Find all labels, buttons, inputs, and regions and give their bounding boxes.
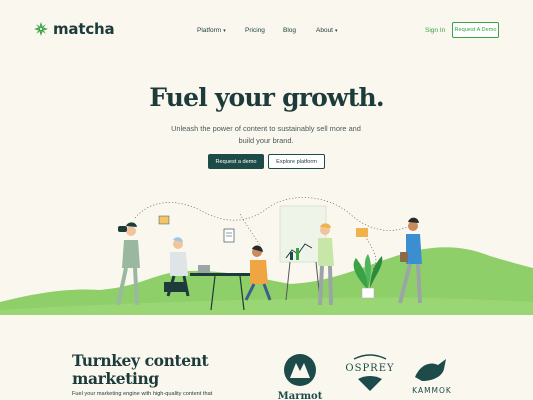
nav-item-label: About xyxy=(316,27,333,34)
matcha-logo-icon xyxy=(34,22,48,36)
brand-logo[interactable]: matcha xyxy=(34,20,115,38)
marmot-logo-text: Marmot xyxy=(278,391,323,400)
marmot-logo: Marmot xyxy=(278,354,323,400)
nav-item-label: Platform xyxy=(197,27,222,34)
hero-subtitle: Unleash the power of content to sustaina… xyxy=(171,124,361,145)
kammok-logo: KAMMOK xyxy=(412,359,452,395)
section-title-line: Turnkey content xyxy=(72,351,209,370)
chevron-down-icon: ▾ xyxy=(335,28,338,34)
hero-title: Fuel your growth. xyxy=(149,83,384,112)
nav-item-pricing[interactable]: Pricing xyxy=(245,27,265,34)
sign-in-link[interactable]: Sign In xyxy=(425,27,445,34)
nav-item-about[interactable]: About ▾ xyxy=(316,27,338,34)
section-title-line: marketing xyxy=(72,369,159,388)
hero-illustration xyxy=(0,197,533,315)
nav-item-label: Blog xyxy=(283,27,297,34)
laptop xyxy=(198,265,210,273)
top-nav: matcha Platform ▾ Pricing Blog About ▾ Sig… xyxy=(0,0,533,60)
chevron-down-icon: ▾ xyxy=(223,28,226,34)
nav-item-blog[interactable]: Blog xyxy=(283,27,296,34)
osprey-logo-text: OSPREY xyxy=(345,363,394,374)
section-title: Turnkey content marketing xyxy=(72,351,209,388)
person-seated-left xyxy=(164,237,190,297)
folder-icon xyxy=(356,228,368,237)
section-subtitle: Fuel your marketing engine with high-qua… xyxy=(72,391,213,397)
image-icon xyxy=(158,215,170,225)
brand-name: matcha xyxy=(53,20,115,38)
document-icon xyxy=(223,228,235,243)
customer-logos: Marmot OSPREY KAMMOK xyxy=(278,354,452,400)
nav-item-label: Pricing xyxy=(245,27,265,34)
kammok-logo-text: KAMMOK xyxy=(412,386,452,395)
request-demo-nav-button[interactable]: Request A Demo xyxy=(452,22,499,38)
osprey-logo: OSPREY xyxy=(345,354,394,391)
nav-item-platform[interactable]: Platform ▾ xyxy=(197,27,226,34)
explore-platform-button[interactable]: Explore platform xyxy=(268,154,325,169)
dotted-path xyxy=(134,197,419,231)
request-demo-button[interactable]: Request a demo xyxy=(208,154,264,169)
